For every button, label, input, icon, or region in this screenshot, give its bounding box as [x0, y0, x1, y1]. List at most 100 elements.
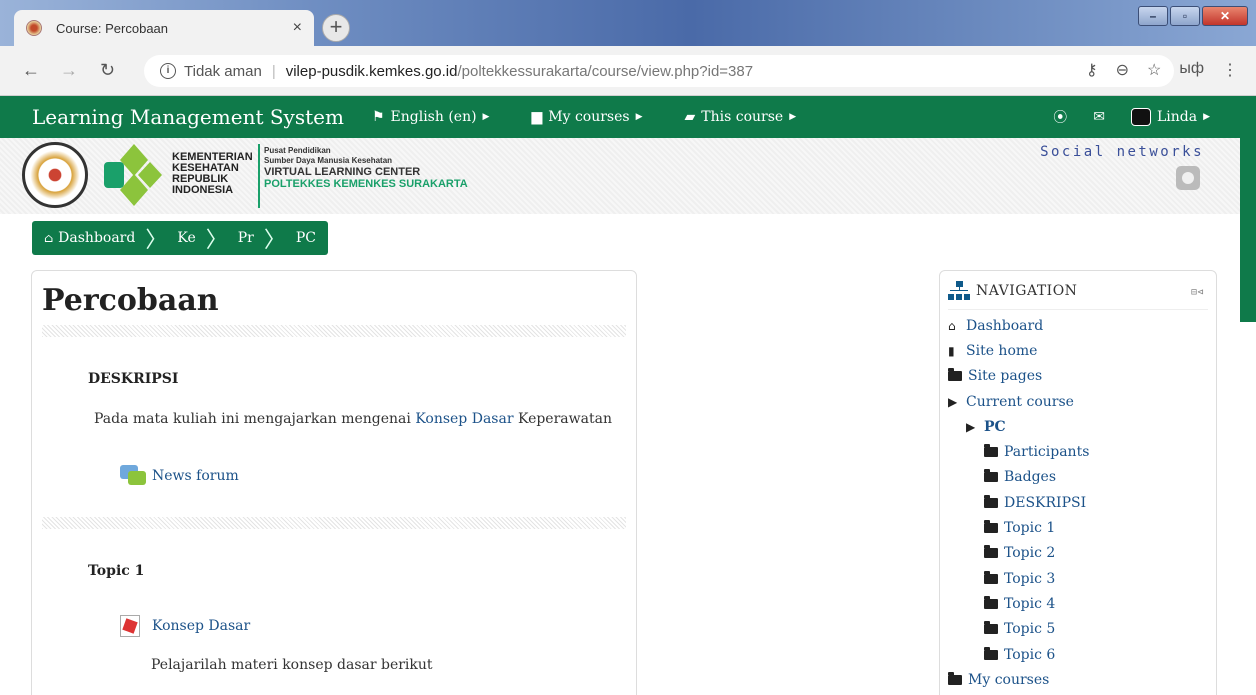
- new-tab-button[interactable]: +: [322, 14, 350, 42]
- url-host: vilep-pusdik.kemkes.go.id: [285, 62, 458, 80]
- resource-link[interactable]: Konsep Dasar: [152, 618, 250, 634]
- zoom-icon[interactable]: ⊖: [1116, 60, 1129, 80]
- extension-label[interactable]: ыф: [1179, 60, 1204, 80]
- nav-item[interactable]: Topic 1: [948, 515, 1089, 540]
- nav-item[interactable]: ▶ PC: [948, 414, 1089, 439]
- nav-item[interactable]: My courses: [948, 667, 1089, 692]
- caret-right-icon: ▶: [1203, 112, 1210, 122]
- breadcrumb-chevron-icon: 〉: [263, 228, 286, 253]
- social-globe-icon[interactable]: [1176, 166, 1200, 190]
- folder-icon: [984, 570, 998, 584]
- navigation-title: NAVIGATION: [976, 283, 1078, 299]
- header-divider: [258, 144, 260, 208]
- browser-tab[interactable]: Course: Percobaan ×: [14, 10, 314, 46]
- home-icon: ⌂: [44, 231, 54, 245]
- section-divider: [42, 517, 626, 529]
- navigation-block: NAVIGATION ⊟⊲ ⌂ Dashboard ▮ Site home Site p…: [939, 270, 1217, 695]
- briefcase-icon: ▆: [531, 109, 543, 125]
- block-controls-icon[interactable]: ⊟⊲: [1191, 287, 1204, 298]
- breadcrumb-dashboard[interactable]: ⌂ Dashboard: [44, 230, 135, 246]
- site-brand[interactable]: Learning Management System: [32, 105, 344, 129]
- kemkes-logo: [104, 144, 162, 206]
- nav-item-label: Topic 5: [1004, 621, 1056, 638]
- resource-activity[interactable]: Konsep Dasar: [120, 615, 250, 637]
- folder-icon: [948, 671, 962, 685]
- folder-icon: [984, 545, 998, 559]
- caret-right-icon: ▶: [635, 112, 643, 122]
- bookmark-star-icon[interactable]: ☆: [1147, 60, 1161, 80]
- back-icon[interactable]: ←: [22, 60, 40, 81]
- nav-item[interactable]: Site pages: [948, 364, 1089, 389]
- pusat-line1: Pusat Pendidikan: [264, 146, 331, 155]
- my-courses-menu[interactable]: ▆ My courses ▶: [531, 109, 642, 125]
- address-bar-row: ← → ↻ i Tidak aman | vilep-pusdik.kemkes…: [0, 46, 1256, 96]
- nav-item[interactable]: Badges: [948, 465, 1089, 490]
- key-icon[interactable]: ⚷: [1086, 60, 1098, 80]
- folder-icon: [984, 520, 998, 534]
- nav-item[interactable]: DESKRIPSI: [948, 490, 1089, 515]
- message-icon[interactable]: ✉: [1093, 109, 1105, 125]
- nav-item[interactable]: Topic 4: [948, 591, 1089, 616]
- language-menu[interactable]: ⚑ English (en) ▶: [372, 109, 490, 125]
- pusat-line2: Sumber Daya Manusia Kesehatan: [264, 156, 393, 165]
- breadcrumb: ⌂ Dashboard 〉 Ke 〉 Pr 〉 PC: [32, 221, 329, 255]
- folder-icon: [984, 494, 998, 508]
- nav-item[interactable]: Topic 3: [948, 566, 1089, 591]
- minimize-button[interactable]: –: [1138, 6, 1168, 26]
- nav-item-label: My courses: [968, 671, 1050, 688]
- kementerian-line: INDONESIA: [172, 184, 234, 196]
- right-scroll-strip: [1240, 96, 1256, 322]
- nav-item[interactable]: Topic 2: [948, 541, 1089, 566]
- nav-item[interactable]: ▮ Site home: [948, 338, 1089, 363]
- nav-item-label: Topic 3: [1004, 570, 1056, 587]
- avatar: [1130, 108, 1151, 126]
- poltekkes-text: POLTEKKES KEMENKES SURAKARTA: [264, 178, 468, 190]
- pusat-text: Pusat Pendidikan Sumber Daya Manusia Kes…: [264, 146, 468, 190]
- menu-icon[interactable]: ⋮: [1222, 60, 1238, 80]
- nav-item[interactable]: ⌂ Dashboard: [948, 313, 1089, 338]
- nav-item[interactable]: Topic 5: [948, 617, 1089, 642]
- breadcrumb-item[interactable]: Pr: [238, 230, 254, 246]
- reload-icon[interactable]: ↻: [100, 60, 115, 81]
- tab-close-icon[interactable]: ×: [293, 19, 302, 37]
- nav-item-label: Participants: [1004, 444, 1090, 461]
- summary-link[interactable]: Konsep Dasar: [415, 411, 513, 427]
- nav-item[interactable]: Topic 6: [948, 642, 1089, 667]
- user-menu[interactable]: Linda ▶: [1130, 108, 1210, 126]
- nav-item-label: Topic 2: [1004, 545, 1056, 562]
- breadcrumb-item[interactable]: PC: [296, 230, 316, 246]
- maximize-button[interactable]: ▫: [1170, 6, 1200, 26]
- security-label: Tidak aman: [184, 62, 262, 80]
- browser-actions: ⚷ ⊖ ☆ ыф ⋮: [1086, 60, 1238, 80]
- section-summary: Pada mata kuliah ini mengajarkan mengena…: [94, 411, 612, 427]
- this-course-menu[interactable]: ▰ This course ▶: [685, 109, 797, 125]
- caret-right-icon: ▶: [789, 112, 797, 122]
- breadcrumb-chevron-icon: 〉: [205, 228, 228, 253]
- news-forum-activity[interactable]: News forum: [120, 465, 239, 487]
- info-icon[interactable]: i: [160, 63, 176, 79]
- window-close-button[interactable]: ✕: [1202, 6, 1248, 26]
- nav-item-label: Site pages: [968, 368, 1043, 385]
- section-title: DESKRIPSI: [88, 371, 179, 387]
- nav-item[interactable]: ▶ Current course: [948, 389, 1089, 414]
- nav-item-label: Site home: [966, 342, 1038, 359]
- caret-right-icon: ▶: [482, 112, 490, 122]
- forum-icon: [120, 465, 146, 487]
- page-title: Percobaan: [42, 283, 219, 318]
- nav-item[interactable]: Participants: [948, 439, 1089, 464]
- folder-icon: [984, 621, 998, 635]
- nav-item-label: Topic 1: [1004, 520, 1056, 537]
- news-forum-link[interactable]: News forum: [152, 468, 239, 484]
- url-separator: |: [271, 62, 276, 80]
- navigation-header: NAVIGATION ⊟⊲: [948, 281, 1208, 310]
- breadcrumb-item[interactable]: Ke: [177, 230, 195, 246]
- url-input[interactable]: i Tidak aman | vilep-pusdik.kemkes.go.id…: [144, 55, 1174, 87]
- nav-item-label: Topic 4: [1004, 595, 1056, 612]
- favicon-icon: [26, 20, 42, 36]
- file-icon: ▮: [948, 343, 955, 358]
- browser-titlebar: Course: Percobaan × + – ▫ ✕: [0, 0, 1256, 46]
- tab-title: Course: Percobaan: [56, 20, 169, 36]
- notification-icon[interactable]: ⦿: [1053, 107, 1067, 127]
- forward-icon[interactable]: →: [60, 60, 78, 81]
- my-courses-label: My courses: [548, 109, 630, 125]
